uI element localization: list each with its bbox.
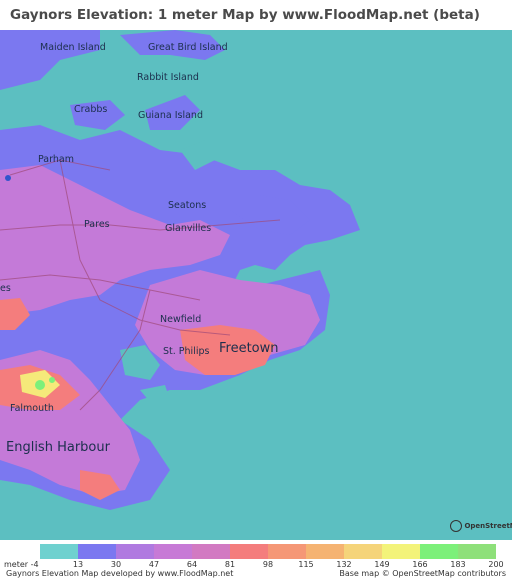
footer: Gaynors Elevation Map developed by www.F… [0,568,512,582]
place-label: Crabbs [74,104,108,115]
legend-swatch [344,544,382,559]
place-label: Parham [38,154,74,165]
page-title: Gaynors Elevation: 1 meter Map by www.Fl… [0,0,512,30]
osm-badge[interactable]: OpenStreetMap [450,520,512,532]
place-label: Falmouth [10,403,54,414]
legend-swatch [192,544,230,559]
place-label: Maiden Island [40,42,106,53]
place-label: Newfield [160,314,202,325]
place-label: Glanvilles [165,223,212,234]
legend-swatch [40,544,78,559]
elevation-map[interactable]: Maiden Island Great Bird Island Rabbit I… [0,30,512,540]
place-label: es [0,283,11,294]
legend-swatch [154,544,192,559]
place-label: Great Bird Island [148,42,228,53]
legend-swatch [78,544,116,559]
location-marker [5,175,11,181]
place-label: Pares [84,219,110,230]
osm-logo-icon [450,520,462,532]
legend-swatches [40,544,496,559]
footer-attribution[interactable]: Base map © OpenStreetMap contributors [339,569,506,578]
place-label: St. Philips [163,346,210,357]
place-label: English Harbour [6,440,110,455]
footer-credit[interactable]: Gaynors Elevation Map developed by www.F… [6,569,233,578]
place-label: Seatons [168,200,207,211]
legend-swatch [306,544,344,559]
place-label: Guiana Island [138,110,203,121]
place-label: Rabbit Island [137,72,199,83]
legend-swatch [230,544,268,559]
legend-swatch [458,544,496,559]
place-label: Freetown [219,341,279,356]
legend-swatch [268,544,306,559]
legend-swatch [420,544,458,559]
legend-swatch [116,544,154,559]
legend-swatch [382,544,420,559]
osm-badge-label: OpenStreetMap [464,522,512,530]
